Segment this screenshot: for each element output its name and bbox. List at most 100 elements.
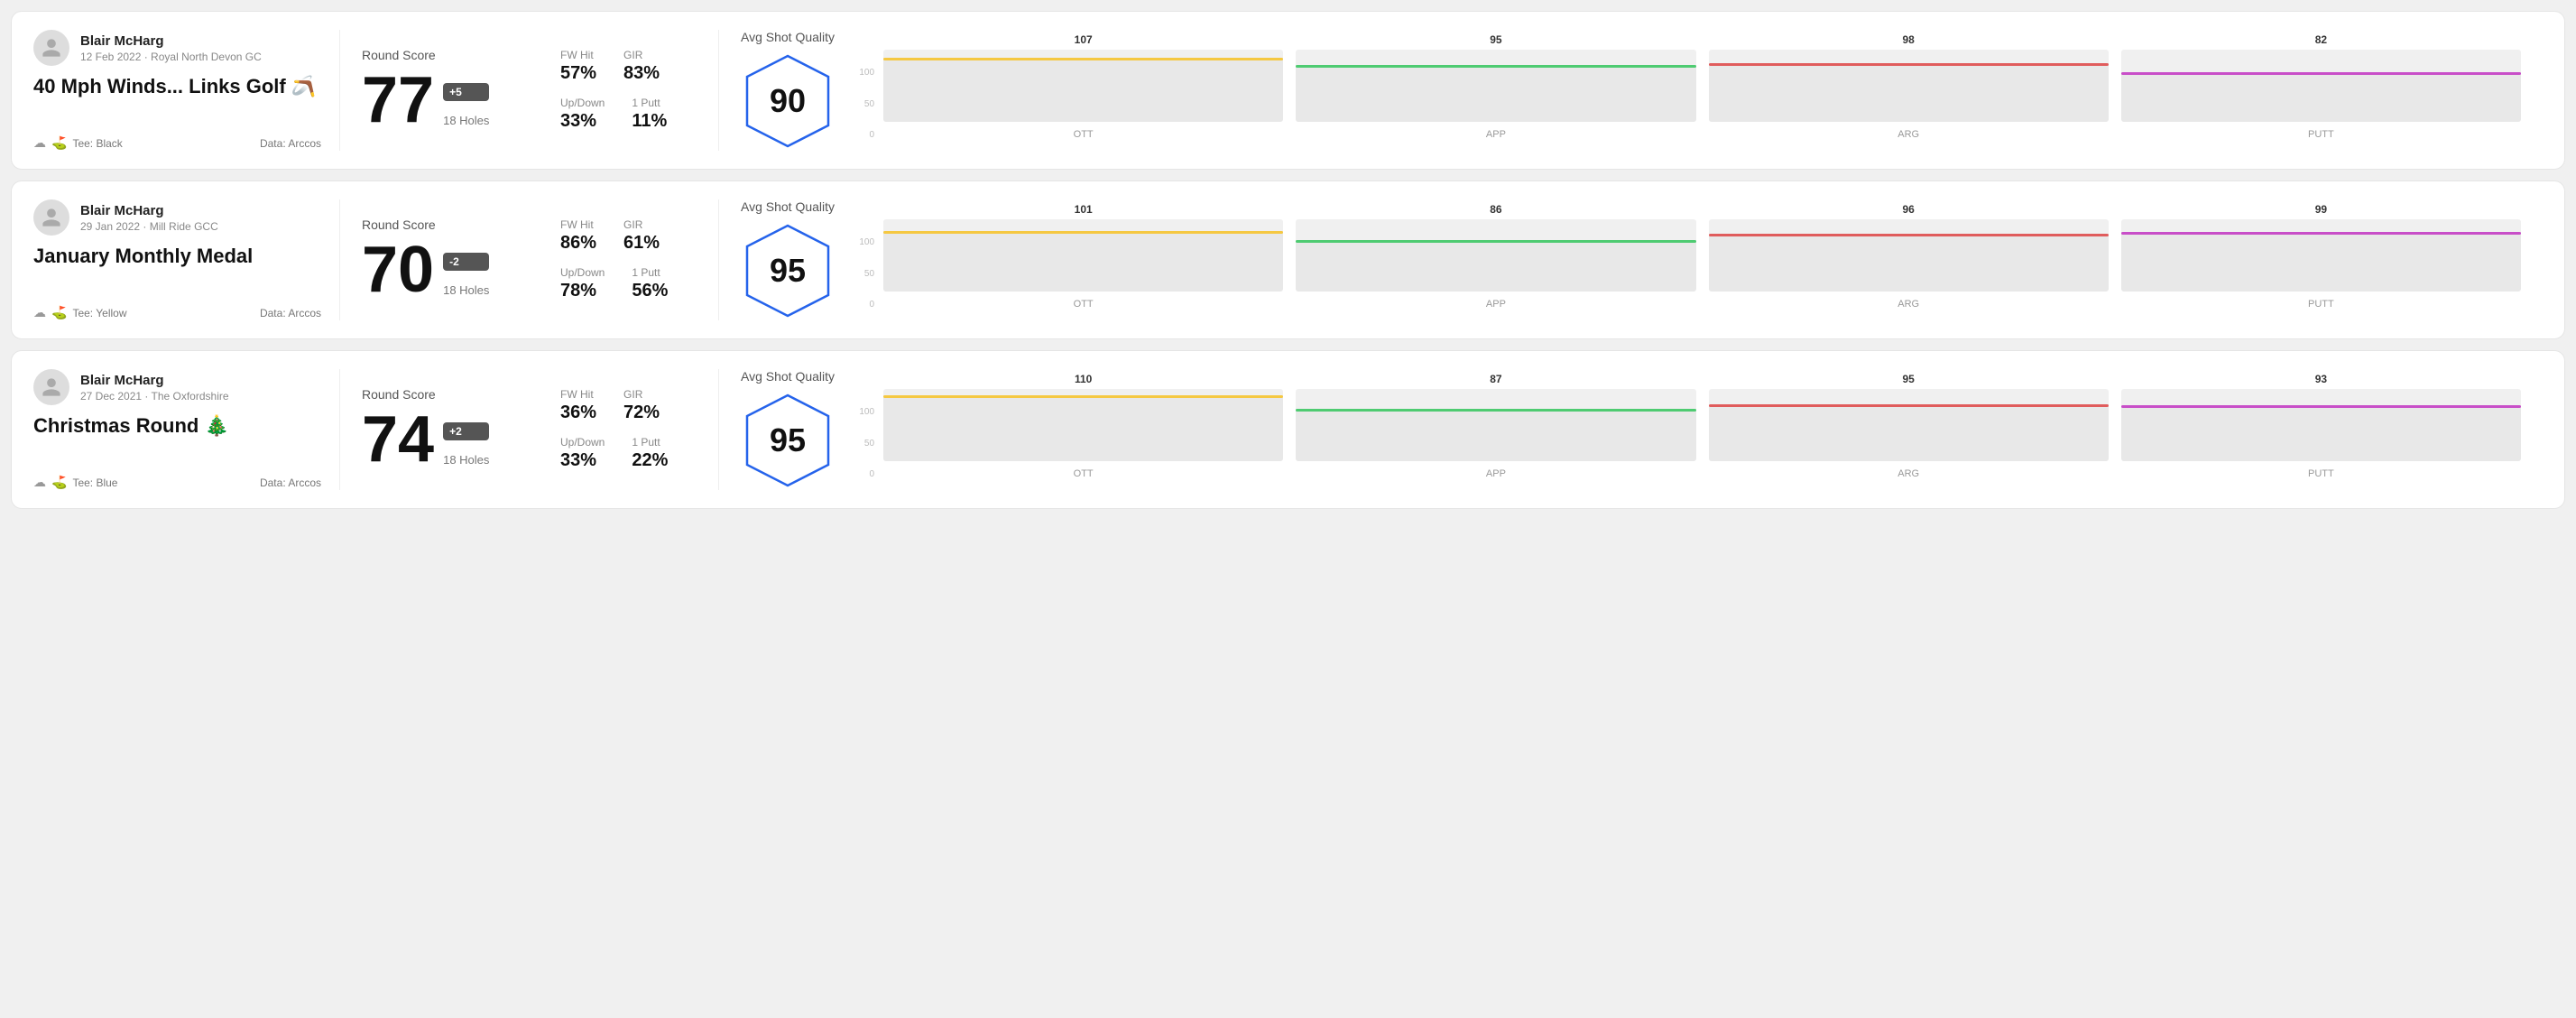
player-meta: 12 Feb 2022 · Royal North Devon GC [80,51,262,63]
stats-row-bottom: Up/Down 78% 1 Putt 56% [560,266,697,301]
bar-group-ott: 101 OTT [883,203,1283,310]
bar-value-putt: 82 [2315,33,2327,46]
bar-axis-label: ARG [1897,299,1919,310]
card-quality: Avg Shot Quality 95 100 50 0 [719,199,2543,320]
bar-group-app: 87 APP [1296,373,1695,479]
quality-label: Avg Shot Quality [741,369,835,384]
card-stats: FW Hit 86% GIR 61% Up/Down 78% 1 Putt [539,199,719,320]
bar-chart: 100 50 0 110 OTT 87 [856,380,2521,479]
oneputt-value: 22% [632,450,668,471]
card-footer: ☁ ⛳ Tee: Blue Data: Arccos [33,475,321,490]
gir-value: 61% [623,233,660,254]
bar-wrapper [883,50,1283,122]
hexagon-container: 90 [743,51,833,151]
tee-label: Tee: Blue [72,477,117,489]
bar-wrapper [883,219,1283,292]
gir-stat: GIR 83% [623,49,660,84]
bars-row: 110 OTT 87 APP 95 [883,373,2521,479]
oneputt-stat: 1 Putt 56% [632,266,668,301]
player-meta: 27 Dec 2021 · The Oxfordshire [80,390,229,403]
score-diff-badge: +2 [443,422,489,440]
round-score-label: Round Score [362,217,517,232]
holes-label: 18 Holes [443,453,489,467]
score-diff-badge: -2 [443,253,489,271]
tee-label: Tee: Black [72,137,122,150]
quality-score: 95 [770,252,806,290]
fw-hit-stat: FW Hit 57% [560,49,596,84]
updown-label: Up/Down [560,436,605,449]
oneputt-label: 1 Putt [632,97,667,109]
bar-wrapper [1709,50,2109,122]
y-axis: 100 50 0 [856,407,874,479]
gir-label: GIR [623,49,660,61]
gir-label: GIR [623,388,660,401]
bar-group-arg: 95 ARG [1709,373,2109,479]
round-card: Blair McHarg 27 Dec 2021 · The Oxfordshi… [11,350,2565,509]
golf-icon: ⛳ [51,135,67,151]
bar-wrapper [1709,389,2109,461]
quality-label: Avg Shot Quality [741,30,835,44]
y-label-100: 100 [856,407,874,417]
y-label-0: 0 [856,130,874,140]
card-left: Blair McHarg 12 Feb 2022 · Royal North D… [33,30,340,151]
oneputt-stat: 1 Putt 22% [632,436,668,471]
player-header: Blair McHarg 27 Dec 2021 · The Oxfordshi… [33,369,321,405]
fw-hit-stat: FW Hit 86% [560,218,596,254]
updown-stat: Up/Down 33% [560,436,605,471]
y-label-50: 50 [856,99,874,109]
bar-value-ott: 110 [1075,373,1092,385]
weather-icon: ☁ [33,305,46,320]
score-row: 74 +2 18 Holes [362,407,517,472]
updown-value: 33% [560,450,605,471]
round-card: Blair McHarg 29 Jan 2022 · Mill Ride GCC… [11,180,2565,339]
bar-group-putt: 99 PUTT [2121,203,2521,310]
score-number: 74 [362,407,434,472]
card-score: Round Score 74 +2 18 Holes [340,369,539,490]
oneputt-value: 56% [632,281,668,301]
player-info: Blair McHarg 12 Feb 2022 · Royal North D… [80,33,262,63]
bar-value-app: 95 [1490,33,1501,46]
bar-axis-label: ARG [1897,129,1919,140]
card-quality: Avg Shot Quality 95 100 50 0 [719,369,2543,490]
y-label-100: 100 [856,68,874,78]
bar-wrapper [1296,219,1695,292]
score-row: 77 +5 18 Holes [362,68,517,133]
holes-label: 18 Holes [443,114,489,127]
bar-group-ott: 107 OTT [883,33,1283,140]
gir-stat: GIR 72% [623,388,660,423]
bar-group-ott: 110 OTT [883,373,1283,479]
stats-row-bottom: Up/Down 33% 1 Putt 22% [560,436,697,471]
quality-label: Avg Shot Quality [741,199,835,214]
holes-label: 18 Holes [443,283,489,297]
updown-label: Up/Down [560,266,605,279]
card-score: Round Score 70 -2 18 Holes [340,199,539,320]
bar-value-app: 86 [1490,203,1501,216]
data-source: Data: Arccos [260,477,321,489]
hexagon-container: 95 [743,391,833,490]
bar-axis-label: OTT [1074,468,1094,479]
score-row: 70 -2 18 Holes [362,237,517,302]
oneputt-value: 11% [632,111,667,132]
chart-container: 100 50 0 101 OTT 86 [856,210,2521,310]
y-label-50: 50 [856,439,874,449]
updown-stat: Up/Down 78% [560,266,605,301]
weather-icon: ☁ [33,135,46,151]
gir-value: 83% [623,63,660,84]
quality-left: Avg Shot Quality 95 [741,369,835,490]
bar-axis-label: PUTT [2308,468,2334,479]
y-axis: 100 50 0 [856,68,874,140]
player-info: Blair McHarg 29 Jan 2022 · Mill Ride GCC [80,203,218,233]
bars-row: 107 OTT 95 APP 98 [883,33,2521,140]
fw-hit-label: FW Hit [560,218,596,231]
stats-row-top: FW Hit 36% GIR 72% [560,388,697,423]
bar-value-ott: 101 [1075,203,1093,216]
bar-axis-label: APP [1486,468,1506,479]
y-label-0: 0 [856,469,874,479]
avatar [33,369,69,405]
round-title: 40 Mph Winds... Links Golf 🪃 [33,75,321,98]
fw-hit-stat: FW Hit 36% [560,388,596,423]
bar-value-arg: 96 [1902,203,1914,216]
person-icon [41,37,62,59]
tee-info: ☁ ⛳ Tee: Yellow [33,305,126,320]
bar-wrapper [2121,219,2521,292]
